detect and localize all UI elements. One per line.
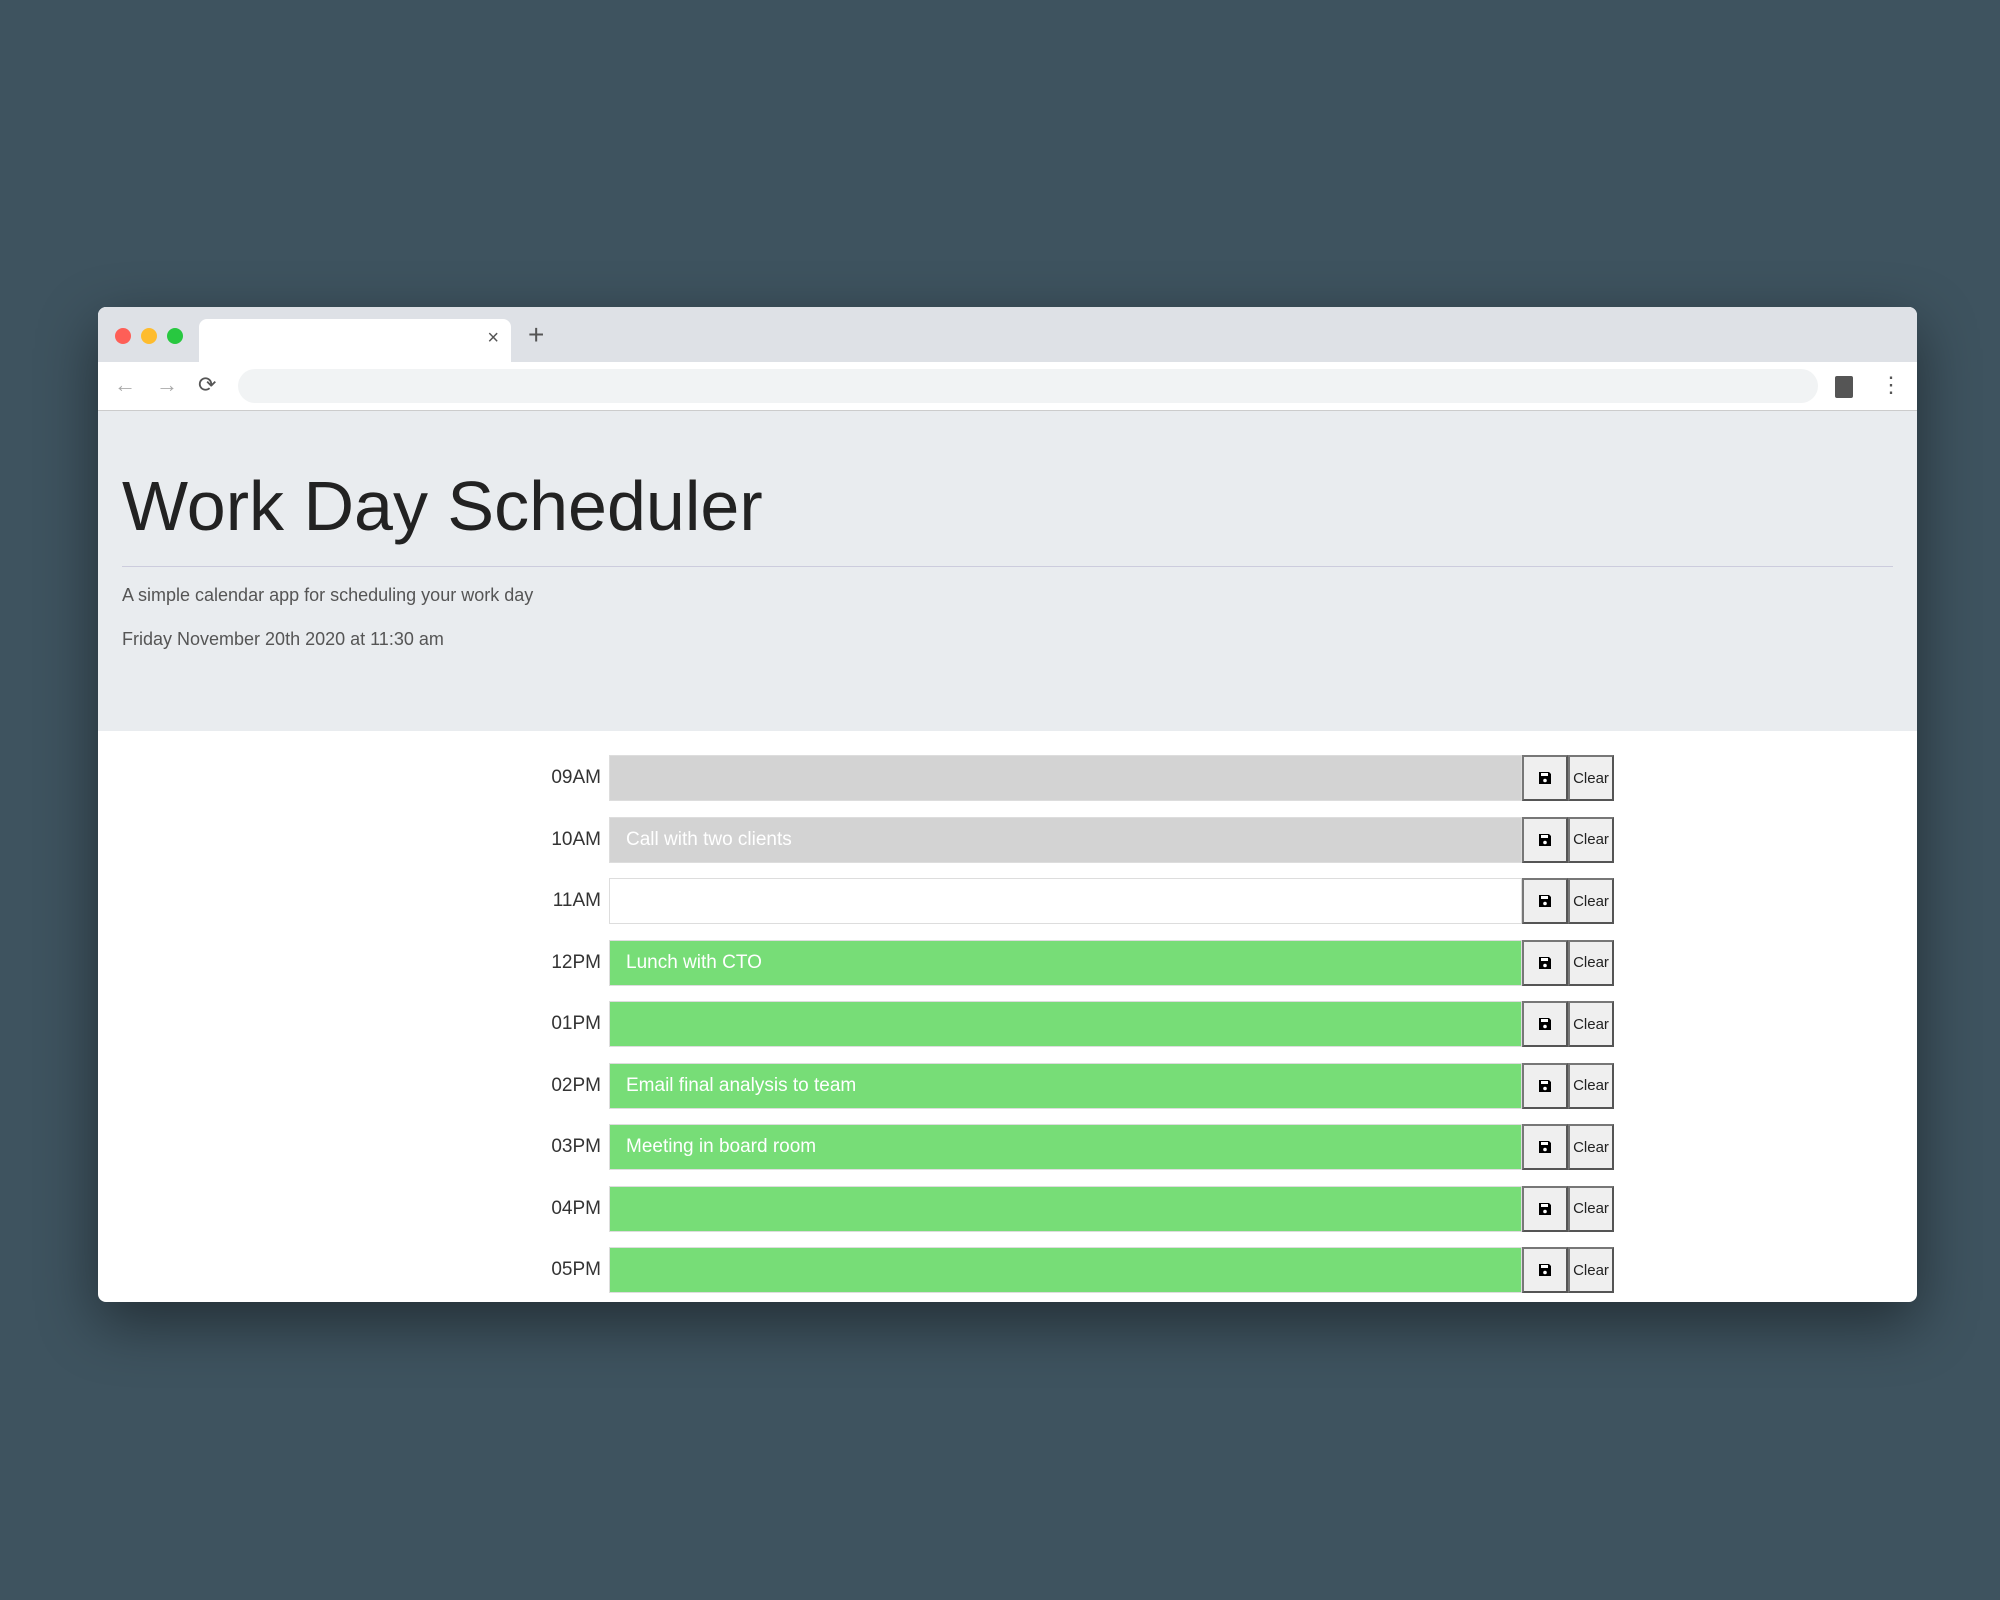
clear-button[interactable]: Clear [1568, 939, 1614, 986]
page-subtitle: A simple calendar app for scheduling you… [122, 585, 534, 605]
reload-icon[interactable]: ⟳ [198, 372, 216, 398]
clear-button[interactable]: Clear [1568, 1062, 1614, 1109]
hour-label: 11AM [552, 890, 601, 911]
hour-label: 01PM [551, 1013, 601, 1034]
floppy-disk-icon [1539, 1018, 1551, 1030]
task-input[interactable] [609, 878, 1522, 924]
clipboard-extension-icon[interactable] [1835, 376, 1853, 398]
save-button[interactable] [1522, 1001, 1568, 1047]
time-block-row: 09AM Clear [517, 755, 1614, 801]
floppy-disk-icon [1539, 772, 1551, 784]
close-window-button[interactable] [115, 328, 131, 344]
task-input[interactable] [609, 755, 1522, 801]
save-button[interactable] [1522, 816, 1568, 863]
task-input[interactable] [609, 1001, 1522, 1047]
time-block-row: 01PM Clear [517, 1001, 1614, 1047]
floppy-disk-icon [1539, 1141, 1551, 1153]
save-button[interactable] [1522, 1185, 1568, 1232]
clear-button[interactable]: Clear [1568, 755, 1614, 801]
browser-toolbar: ← → ⟳ ⋮ [98, 362, 1917, 411]
hour-label: 05PM [551, 1259, 601, 1280]
browser-window: × + ← → ⟳ ⋮ Work Day Scheduler A simple … [98, 307, 1917, 1302]
floppy-disk-icon [1539, 1079, 1551, 1092]
save-button[interactable] [1522, 878, 1568, 924]
forward-icon[interactable]: → [156, 372, 178, 398]
hour-label: 04PM [551, 1197, 601, 1219]
hour-label: 09AM [551, 767, 601, 788]
hour-label: 12PM [551, 951, 601, 973]
back-icon[interactable]: ← [114, 372, 136, 398]
minimize-window-button[interactable] [141, 328, 157, 344]
save-button[interactable] [1522, 755, 1568, 801]
task-input[interactable]: Meeting in board room [609, 1124, 1522, 1170]
hour-label: 03PM [551, 1136, 601, 1157]
save-button[interactable] [1522, 1124, 1568, 1170]
menu-icon[interactable]: ⋮ [1880, 372, 1902, 398]
task-input[interactable] [609, 1247, 1522, 1293]
clear-button[interactable]: Clear [1568, 1247, 1614, 1293]
floppy-disk-icon [1539, 1264, 1551, 1276]
browser-tab[interactable]: × [199, 319, 511, 362]
tab-bar: × + [98, 307, 1917, 362]
maximize-window-button[interactable] [167, 328, 183, 344]
clear-button[interactable]: Clear [1568, 1185, 1614, 1232]
close-tab-icon[interactable]: × [487, 327, 499, 350]
clear-button[interactable]: Clear [1568, 1001, 1614, 1047]
floppy-disk-icon [1539, 833, 1551, 846]
divider [122, 566, 1893, 567]
new-tab-button[interactable]: + [528, 319, 544, 351]
clear-button[interactable]: Clear [1568, 1124, 1614, 1170]
task-input[interactable]: Email final analysis to team [609, 1062, 1522, 1109]
clear-button[interactable]: Clear [1568, 816, 1614, 863]
time-block-row: 02PM Email final analysis to team Clear [517, 1062, 1614, 1109]
time-block-row: 04PM Clear [517, 1185, 1614, 1232]
task-input[interactable]: Lunch with CTO [609, 939, 1522, 986]
floppy-disk-icon [1539, 956, 1551, 969]
task-input[interactable] [609, 1185, 1522, 1232]
time-block-row: 03PM Meeting in board room Clear [517, 1124, 1614, 1170]
save-button[interactable] [1522, 1062, 1568, 1109]
page-title: Work Day Scheduler [122, 467, 763, 545]
time-block-row: 10AM Call with two clients Clear [517, 816, 1614, 863]
time-block-row: 05PM Clear [517, 1247, 1614, 1293]
save-button[interactable] [1522, 939, 1568, 986]
current-date: Friday November 20th 2020 at 11:30 am [122, 629, 444, 649]
address-bar[interactable] [238, 369, 1818, 403]
floppy-disk-icon [1539, 1202, 1551, 1215]
floppy-disk-icon [1539, 895, 1551, 907]
header-jumbotron: Work Day Scheduler A simple calendar app… [98, 411, 1917, 731]
hour-label: 10AM [551, 828, 601, 850]
time-block-row: 11AM Clear [517, 878, 1614, 924]
task-input[interactable]: Call with two clients [609, 816, 1522, 863]
hour-label: 02PM [551, 1074, 601, 1096]
clear-button[interactable]: Clear [1568, 878, 1614, 924]
time-block-row: 12PM Lunch with CTO Clear [517, 939, 1614, 986]
save-button[interactable] [1522, 1247, 1568, 1293]
